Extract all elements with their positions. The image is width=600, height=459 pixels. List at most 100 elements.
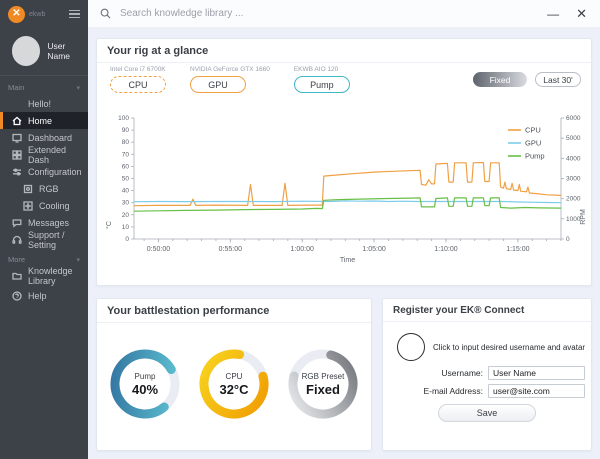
svg-text:1000: 1000 xyxy=(566,216,581,223)
last-30-button[interactable]: Last 30' xyxy=(535,72,581,87)
pump-gauge: Pump 40% xyxy=(102,341,188,427)
gauge-value: Fixed xyxy=(306,382,340,397)
svg-text:90: 90 xyxy=(122,127,130,134)
sidebar-item-label: Dashboard xyxy=(28,132,73,143)
sidebar-item-extended-dash[interactable]: Extended Dash xyxy=(0,144,88,165)
divider xyxy=(97,62,591,63)
username-row: Username: xyxy=(391,366,585,380)
main-section-label: Main xyxy=(8,83,25,92)
rgb-preset-gauge: RGB Preset Fixed xyxy=(280,341,366,427)
svg-text:30: 30 xyxy=(122,200,130,207)
sidebar-item-configuration[interactable]: Configuration xyxy=(0,163,88,180)
gauge-value: 32°C xyxy=(219,382,249,397)
chevron-down-icon: ▾ xyxy=(76,84,80,92)
sidebar-item-dashboard[interactable]: Dashboard xyxy=(0,129,88,146)
svg-text:100: 100 xyxy=(118,115,129,122)
pump-device-name: EKWB AIO 120 xyxy=(293,66,339,73)
sidebar-item-label: Messages xyxy=(28,217,70,228)
sidebar-section-more[interactable]: More ▾ xyxy=(0,248,88,267)
svg-text:70: 70 xyxy=(122,151,130,158)
svg-text:0: 0 xyxy=(566,236,570,243)
svg-text:1:10:00: 1:10:00 xyxy=(434,246,457,253)
gauge-label: RGB Preset xyxy=(301,372,345,381)
cpu-gauge: CPU 32°C xyxy=(191,341,277,427)
cpu-chip[interactable]: CPU xyxy=(110,76,166,93)
svg-text:RPM: RPM xyxy=(580,209,587,225)
sidebar-item-hello[interactable]: Hello! xyxy=(0,95,88,112)
svg-text:40: 40 xyxy=(122,188,130,195)
sidebar-item-help[interactable]: Help xyxy=(0,287,88,304)
sidebar-item-support-setting[interactable]: Support / Setting xyxy=(0,230,88,250)
sidebar-header: ✕ ekwb xyxy=(0,0,88,28)
sidebar-item-label: Extended Dash xyxy=(28,144,67,165)
user-name-label: User Name xyxy=(47,41,71,61)
minimize-button[interactable]: — xyxy=(547,8,559,20)
sidebar-item-label: Configuration xyxy=(28,166,82,177)
sidebar-item-cooling[interactable]: Cooling xyxy=(0,197,88,214)
email-row: E-mail Address: xyxy=(391,384,585,398)
avatar-upload-circle[interactable] xyxy=(397,333,425,361)
sidebar-item-messages[interactable]: Messages xyxy=(0,214,88,231)
device-pump: EKWB AIO 120 Pump xyxy=(293,66,350,93)
svg-text:Pump: Pump xyxy=(525,152,545,161)
svg-text:CPU: CPU xyxy=(525,126,541,135)
sidebar-user[interactable]: User Name xyxy=(0,28,88,76)
search-input[interactable] xyxy=(118,7,548,20)
gauge-label: Pump xyxy=(134,372,156,381)
gauge-label: CPU xyxy=(225,372,243,381)
pump-chip[interactable]: Pump xyxy=(293,76,350,93)
sidebar-item-label: Home xyxy=(28,115,53,126)
divider xyxy=(97,322,371,323)
search-icon xyxy=(100,8,111,19)
svg-text:0:50:00: 0:50:00 xyxy=(147,246,170,253)
chat-bubble-icon xyxy=(11,217,22,228)
svg-text:6000: 6000 xyxy=(566,115,581,122)
device-gpu: NVIDIA GeForce GTX 1660 GPU xyxy=(190,66,270,93)
home-icon xyxy=(11,115,22,126)
svg-text:4000: 4000 xyxy=(566,155,581,162)
app-window: ✕ ekwb User Name Main ▾ Hello! Home Dash… xyxy=(0,0,600,459)
divider xyxy=(383,321,591,322)
logo-text: ekwb xyxy=(29,10,46,18)
svg-text:0:55:00: 0:55:00 xyxy=(219,246,242,253)
fan-icon xyxy=(22,200,33,211)
sidebar-item-label: RGB xyxy=(39,183,59,194)
rgb-icon xyxy=(22,183,33,194)
email-field[interactable] xyxy=(488,384,585,398)
grid-icon xyxy=(11,149,22,160)
ek-logo-icon: ✕ xyxy=(8,5,25,23)
gauge-value: 40% xyxy=(131,382,159,397)
register-panel-title: Register your EK® Connect xyxy=(393,305,525,316)
svg-text:GPU: GPU xyxy=(525,139,541,148)
rig-panel: Your rig at a glance Intel Core i7 6700K… xyxy=(96,38,592,286)
sidebar-section-main[interactable]: Main ▾ xyxy=(0,76,88,95)
hamburger-menu-icon[interactable] xyxy=(69,9,80,19)
device-chips: Intel Core i7 6700K CPU NVIDIA GeForce G… xyxy=(110,66,350,93)
svg-text:°C: °C xyxy=(105,221,113,229)
performance-panel: Your battlestation performance Pump 40% … xyxy=(96,298,372,451)
gpu-device-name: NVIDIA GeForce GTX 1660 xyxy=(190,66,270,73)
dashboard-icon xyxy=(11,132,22,143)
svg-text:80: 80 xyxy=(122,139,130,146)
sidebar-item-knowledge-library[interactable]: Knowledge Library xyxy=(0,266,88,286)
gpu-chip[interactable]: GPU xyxy=(190,76,246,93)
sidebar-item-home[interactable]: Home xyxy=(0,112,88,129)
monitoring-chart: 0102030405060708090100010002000300040005… xyxy=(105,115,587,264)
close-button[interactable]: ✕ xyxy=(576,7,587,20)
sidebar-item-label: Help xyxy=(28,290,47,301)
chevron-down-icon: ▾ xyxy=(76,256,80,264)
sidebar-item-rgb[interactable]: RGB xyxy=(0,180,88,197)
user-avatar[interactable] xyxy=(12,36,41,66)
folder-icon xyxy=(11,270,22,281)
rig-panel-title: Your rig at a glance xyxy=(107,45,209,57)
sidebar-item-label: Cooling xyxy=(39,200,70,211)
svg-text:2000: 2000 xyxy=(566,196,581,203)
svg-text:10: 10 xyxy=(122,224,130,231)
chart-mode-buttons: Fixed Last 30' xyxy=(473,72,581,87)
device-cpu: Intel Core i7 6700K CPU xyxy=(110,66,166,93)
username-field[interactable] xyxy=(488,366,585,380)
fixed-mode-button[interactable]: Fixed xyxy=(473,72,527,87)
svg-text:Time: Time xyxy=(340,257,355,264)
svg-text:5000: 5000 xyxy=(566,135,581,142)
save-button[interactable]: Save xyxy=(438,404,536,422)
